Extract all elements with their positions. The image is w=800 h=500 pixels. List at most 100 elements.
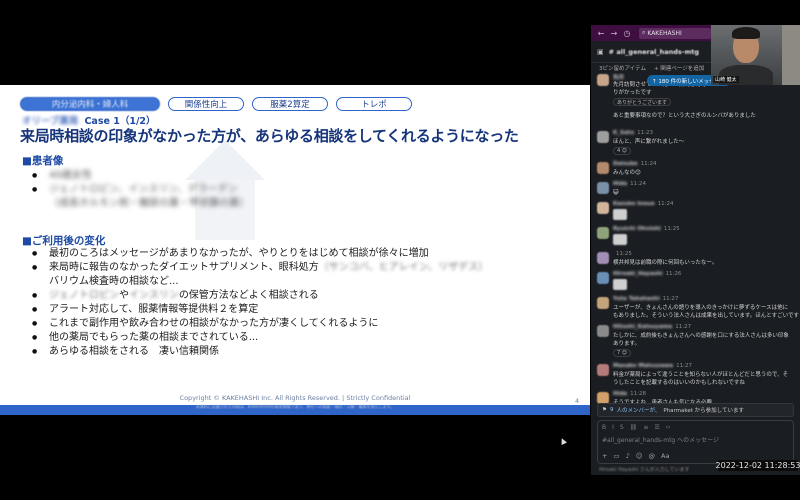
message-time[interactable]: 11:24 bbox=[641, 161, 657, 167]
back-arrow-icon[interactable]: ← bbox=[597, 29, 605, 38]
message-header: 先月 bbox=[613, 73, 627, 81]
patient-profile-item: ジェノトロピン、インスリン、デラーデン bbox=[32, 183, 249, 197]
message-author[interactable]: Hitoshi_Katsuyama bbox=[613, 324, 672, 330]
message-text: 😺 bbox=[613, 190, 619, 196]
message-time[interactable]: 11:27 bbox=[675, 324, 691, 330]
link-icon[interactable]: ⛓ bbox=[630, 424, 638, 431]
video-icon[interactable]: ▭ bbox=[613, 452, 619, 460]
message-item: Masako Matsuzawa 11:27 料金が薬局によって違うことを知らない人… bbox=[597, 363, 797, 391]
emoji-icon[interactable]: ☺ bbox=[636, 452, 643, 460]
message-item: あと重要事項なので？という大さぎのルンバがありました bbox=[597, 112, 797, 130]
reaction-badge[interactable]: 4 😊 bbox=[613, 147, 631, 155]
message-text: りがかったです bbox=[613, 90, 652, 96]
message-header: Hida 11:24 bbox=[613, 181, 646, 187]
tag-relationship: 関係性向上 bbox=[168, 97, 244, 111]
forward-arrow-icon[interactable]: → bbox=[610, 29, 618, 38]
bold-icon[interactable]: B bbox=[602, 424, 606, 431]
code-icon[interactable]: ‹› bbox=[666, 424, 671, 431]
microphone-icon[interactable]: ♪ bbox=[626, 452, 630, 460]
copyright-text: Copyright © KAKEHASHI Inc. All Rights Re… bbox=[179, 394, 411, 402]
member-count-label[interactable]: 人のメンバーが、 bbox=[616, 406, 660, 414]
message-header: Hida 11:28 bbox=[613, 391, 646, 397]
after-usage-heading: ■ご利用後の変化 bbox=[22, 235, 106, 247]
message-item: Hida 11:24 😺 bbox=[597, 181, 797, 201]
message-header: Hiroaki_Hayashi 11:26 bbox=[613, 271, 681, 277]
message-item: Ryuichi Ohnishi 11:25 bbox=[597, 226, 797, 251]
channel-layout-icon[interactable]: ▣ bbox=[597, 48, 604, 56]
avatar[interactable] bbox=[597, 325, 609, 337]
after-usage-text: 最初のころはメッセージがあまりなかったが、やりとりをはじめて相談が徐々に増加 bbox=[49, 248, 429, 259]
message-text: 料金が薬局によって違うことを知らない人がほとんどだと思うので、そ bbox=[613, 372, 789, 378]
pinned-items-link[interactable]: 3ピン留めアイテム bbox=[599, 64, 646, 72]
message-author[interactable]: Hida bbox=[613, 391, 627, 397]
message-composer: B I S ⛓ ≡ ☰ ‹› + ▭ ♪ ☺ @ Aa bbox=[597, 420, 794, 464]
message-author[interactable]: Kazuko Inoue bbox=[613, 201, 655, 207]
message-header: Hitoshi_Katsuyama 11:27 bbox=[613, 324, 691, 330]
after-usage-text: アラート対応して、服薬情報等提供料２を算定 bbox=[49, 304, 259, 315]
formatting-toolbar: B I S ⛓ ≡ ☰ ‹› bbox=[602, 424, 671, 431]
after-usage-text: ジェノトロピン bbox=[49, 290, 119, 301]
message-time[interactable]: 11:25 bbox=[664, 226, 680, 232]
workspace-search-box[interactable]: ⌕ KAKEHASHI bbox=[639, 27, 711, 39]
avatar[interactable] bbox=[597, 252, 609, 264]
search-icon: ⌕ bbox=[642, 29, 646, 36]
message-time[interactable]: 11:27 bbox=[676, 363, 692, 369]
avatar[interactable] bbox=[597, 227, 609, 239]
channel-name[interactable]: # all_general_hands-mtg bbox=[609, 48, 699, 56]
message-author[interactable]: Yuta Takahashi bbox=[613, 296, 660, 302]
typing-indicator: Hiroaki Hayashi さんが入力しています bbox=[599, 467, 690, 473]
message-time[interactable]: 11:26 bbox=[666, 271, 682, 277]
avatar[interactable] bbox=[597, 182, 609, 194]
attach-plus-icon[interactable]: + bbox=[602, 452, 607, 460]
ordered-list-icon[interactable]: ≡ bbox=[643, 424, 648, 431]
avatar[interactable] bbox=[597, 162, 609, 174]
search-box-label: KAKEHASHI bbox=[647, 29, 682, 37]
shared-channel-banner: ⚑ 9 人のメンバーが、 Pharmaket から参加しています bbox=[597, 403, 794, 417]
mouse-cursor-icon bbox=[559, 437, 567, 445]
message-time[interactable]: 11:24 bbox=[630, 181, 646, 187]
text-format-icon[interactable]: Aa bbox=[661, 452, 669, 460]
message-text: あります。 bbox=[613, 341, 640, 347]
message-item: 11:25 横井邦見は前職の際に何回もいったなー。 bbox=[597, 251, 797, 271]
after-usage-item: あらゆる相談をされる 凄い信頼関係 bbox=[32, 345, 488, 359]
add-bookmark-link[interactable]: + 関連ページを追加 bbox=[654, 64, 704, 72]
message-item: K_Sato 11:23 ほんと、声に繋がれました〜 4 😊 bbox=[597, 130, 797, 161]
message-time[interactable]: 11:23 bbox=[637, 130, 653, 136]
message-time[interactable]: 11:28 bbox=[630, 391, 646, 397]
sticker-image bbox=[613, 279, 627, 290]
avatar[interactable] bbox=[597, 202, 609, 214]
message-text: みんなの😊 bbox=[613, 170, 641, 176]
tag-medication-fee: 服薬2算定 bbox=[252, 97, 328, 111]
patient-profile-text: （成長ホルモン剤・糖尿の薬・甲状腺の薬） bbox=[49, 198, 249, 209]
avatar[interactable] bbox=[597, 131, 609, 143]
message-author[interactable]: Masako Matsuzawa bbox=[613, 363, 673, 369]
message-time[interactable]: 11:25 bbox=[616, 251, 632, 257]
avatar[interactable] bbox=[597, 364, 609, 376]
sticker-image bbox=[613, 209, 627, 220]
message-input[interactable] bbox=[602, 435, 790, 445]
bullet-list-icon[interactable]: ☰ bbox=[654, 424, 659, 431]
strikethrough-icon[interactable]: S bbox=[620, 424, 624, 431]
reaction-badge[interactable]: 7 😊 bbox=[613, 349, 631, 357]
italic-icon[interactable]: I bbox=[612, 424, 614, 431]
message-author[interactable]: Ryuichi Ohnishi bbox=[613, 226, 661, 232]
avatar[interactable] bbox=[597, 297, 609, 309]
member-count[interactable]: 9 bbox=[610, 407, 614, 413]
message-author[interactable]: Daisuke bbox=[613, 161, 638, 167]
avatar[interactable] bbox=[597, 74, 609, 86]
message-header: 11:25 bbox=[613, 251, 632, 257]
message-author[interactable]: K_Sato bbox=[613, 130, 634, 136]
after-usage-text: （サンコバ、ヒアレイン、リザデス） bbox=[318, 262, 489, 273]
history-clock-icon[interactable]: ◷ bbox=[623, 29, 631, 38]
message-author[interactable]: Hiroaki_Hayashi bbox=[613, 271, 663, 277]
message-time[interactable]: 11:27 bbox=[663, 296, 679, 302]
mention-icon[interactable]: @ bbox=[649, 452, 656, 460]
message-time[interactable]: 11:24 bbox=[658, 201, 674, 207]
reaction-badge[interactable]: ありがとうございます bbox=[613, 98, 672, 106]
after-usage-text: 他の薬局でもらった薬の相談までされている... bbox=[49, 332, 259, 343]
message-author[interactable]: Hida bbox=[613, 181, 627, 187]
category-tags: 内分泌内科・婦人科 関係性向上 服薬2算定 トレポ bbox=[20, 97, 412, 111]
avatar[interactable] bbox=[597, 272, 609, 284]
shared-channel-icon: ⚑ bbox=[602, 407, 607, 413]
after-usage-text: や bbox=[119, 290, 129, 301]
